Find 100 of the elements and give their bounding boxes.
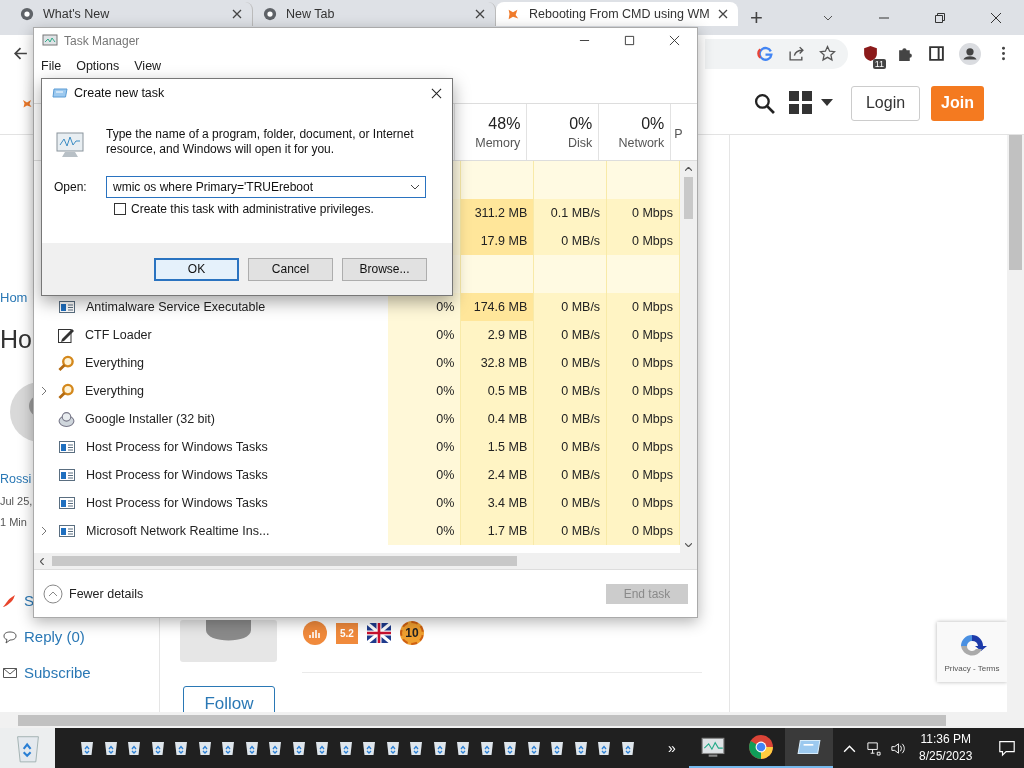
process-name[interactable]: Everything [85, 356, 145, 370]
column-header[interactable]: 0% Disk [527, 104, 600, 160]
star-icon[interactable] [819, 45, 836, 62]
menu-item[interactable]: Options [76, 59, 120, 73]
profile-icon[interactable] [959, 42, 981, 65]
recycle-bin-icon[interactable] [220, 740, 236, 756]
follow-button[interactable]: Follow [183, 686, 275, 712]
recycle-bin-icon[interactable] [243, 740, 260, 756]
browser-tab[interactable]: New Tab [253, 2, 496, 26]
action-link[interactable]: Subscribe [24, 664, 91, 681]
recycle-bin-icon[interactable] [196, 740, 213, 756]
recycle-bin-icon[interactable] [384, 740, 401, 756]
scroll-down-icon[interactable] [685, 543, 692, 547]
close-icon[interactable] [669, 35, 680, 46]
app-window-icon [59, 441, 75, 453]
dialog-button[interactable]: Cancel [248, 257, 333, 281]
maximize-icon[interactable] [624, 35, 635, 46]
recycle-bin-icon[interactable] [619, 740, 636, 756]
menu-item[interactable]: View [134, 59, 162, 73]
recycle-bin-icon[interactable] [314, 740, 330, 756]
recycle-bin-icon[interactable] [596, 740, 612, 756]
action-link[interactable]: Reply (0) [24, 628, 85, 645]
close-icon[interactable] [431, 87, 442, 99]
process-name[interactable]: Host Process for Windows Tasks [86, 440, 268, 454]
breadcrumb-link[interactable]: Hom [0, 290, 28, 305]
recycle-bin-icon[interactable] [408, 740, 424, 756]
process-name[interactable]: CTF Loader [85, 328, 152, 342]
share-icon[interactable] [788, 45, 805, 62]
recycle-bin-icon[interactable] [549, 740, 565, 756]
side-panel-icon[interactable] [928, 45, 945, 62]
author-link[interactable]: Rossi [0, 472, 32, 486]
dialog-button[interactable]: OK [154, 257, 239, 281]
action-link[interactable]: S [24, 592, 34, 609]
recycle-bin-icon[interactable] [525, 740, 542, 756]
command-combo-box[interactable]: wmic os where Primary='TRUEreboot [106, 176, 426, 198]
app-window-icon [59, 525, 75, 537]
scroll-thumb[interactable] [1009, 135, 1022, 270]
process-name[interactable]: Google Installer (32 bit) [85, 412, 215, 426]
process-name[interactable]: Everything [85, 384, 145, 398]
close-icon[interactable] [718, 9, 728, 19]
column-header[interactable]: 48% Memory [455, 104, 528, 160]
expand-chevron-icon[interactable] [40, 385, 48, 397]
apps-menu-icon[interactable] [788, 91, 835, 115]
scroll-thumb[interactable] [52, 556, 517, 566]
horizontal-scrollbar[interactable] [34, 553, 697, 569]
overflow-chevron[interactable]: » [668, 740, 676, 756]
clock[interactable]: 11:36 PM 8/25/2023 [919, 731, 973, 765]
process-name[interactable]: Antimalware Service Executable [86, 300, 266, 314]
close-icon[interactable] [990, 11, 1002, 24]
volume-icon[interactable] [890, 740, 905, 756]
scroll-left-icon[interactable] [40, 557, 44, 565]
process-name[interactable]: Microsoft Network Realtime Ins... [86, 524, 270, 538]
recycle-bin-icon[interactable] [267, 740, 283, 756]
recycle-bin-icon[interactable] [102, 740, 119, 756]
column-header[interactable]: 0% Network [599, 104, 672, 160]
recycle-bin-icon[interactable] [290, 740, 307, 756]
google-lens-icon[interactable] [757, 45, 774, 62]
close-icon[interactable] [475, 9, 485, 19]
address-bar[interactable] [705, 38, 848, 69]
scroll-thumb[interactable] [18, 714, 946, 726]
restore-icon[interactable] [934, 11, 946, 24]
privacy-terms-text[interactable]: Privacy - Terms [944, 663, 1000, 673]
network-value: 0 Mbps [607, 199, 680, 227]
shield-icon[interactable] [862, 45, 879, 62]
horizontal-scrollbar[interactable] [0, 712, 1024, 728]
fewer-details-button[interactable]: Fewer details [43, 583, 144, 604]
expand-chevron-icon[interactable] [40, 525, 48, 537]
process-name[interactable]: Host Process for Windows Tasks [86, 468, 268, 482]
browser-tab[interactable]: Rebooting From CMD using WM [496, 2, 738, 26]
browser-tab[interactable]: What's New [10, 2, 253, 26]
back-arrow-icon[interactable] [12, 45, 29, 62]
recycle-bin-icon[interactable] [455, 740, 471, 756]
admin-checkbox[interactable] [114, 203, 126, 215]
network-value: 0 Mbps [607, 227, 680, 255]
search-icon[interactable] [753, 92, 775, 114]
recycle-bin-icon[interactable] [478, 740, 495, 756]
taskbar-app-button[interactable] [785, 728, 833, 768]
column-header[interactable]: P [671, 104, 697, 160]
process-name[interactable]: Host Process for Windows Tasks [86, 496, 268, 510]
network-icon[interactable] [866, 740, 881, 756]
close-icon[interactable] [232, 9, 242, 19]
new-tab-button[interactable]: + [750, 4, 763, 31]
recycle-bin-icon[interactable] [79, 740, 95, 756]
recycle-bin-icon[interactable] [173, 740, 189, 756]
scroll-up-icon[interactable] [685, 167, 692, 171]
recycle-bin-icon[interactable] [431, 740, 448, 756]
vertical-scrollbar[interactable] [680, 161, 697, 553]
recycle-bin-icon[interactable] [337, 740, 354, 756]
notifications-icon[interactable] [998, 739, 1017, 757]
menu-item[interactable]: File [41, 59, 62, 73]
checkbox-label[interactable]: Create this task with administrative privileges. [131, 202, 374, 216]
recycle-bin-icon[interactable] [502, 740, 518, 756]
login-button[interactable]: Login [850, 85, 921, 121]
recycle-bin-icon[interactable] [126, 740, 142, 756]
page-scrollbar[interactable] [1007, 135, 1024, 712]
recycle-bin-icon[interactable] [361, 740, 377, 756]
scroll-thumb[interactable] [684, 177, 693, 219]
recycle-bin-icon[interactable] [572, 740, 589, 756]
puzzle-icon[interactable] [897, 45, 914, 62]
recycle-bin-icon[interactable] [149, 740, 166, 756]
